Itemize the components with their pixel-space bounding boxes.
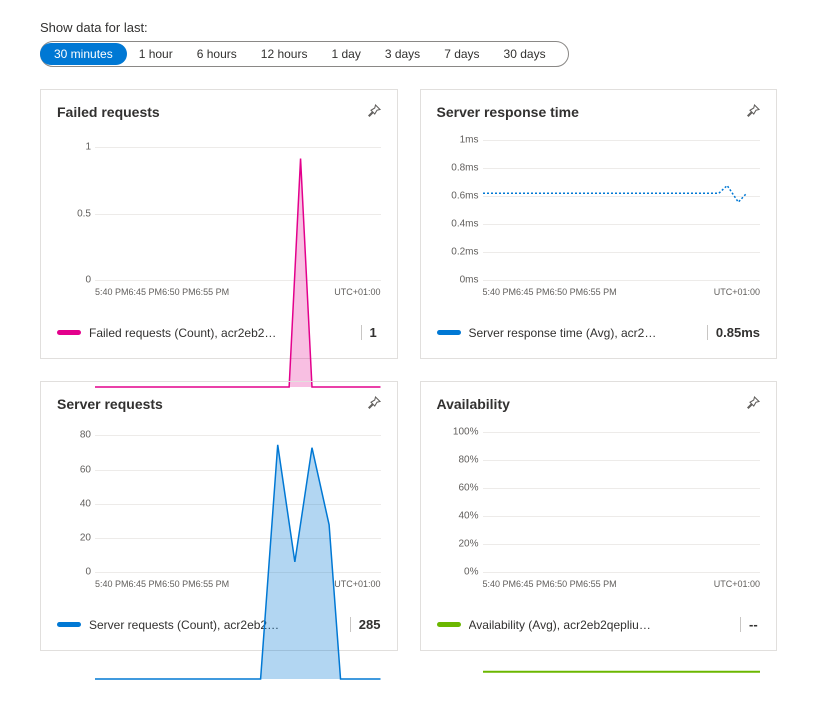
ytick: 1 bbox=[85, 141, 91, 152]
card-failed-requests: Failed requests 1 0.5 0 5:40 PM 6:45 PM … bbox=[40, 89, 398, 359]
ytick: 80 bbox=[80, 430, 91, 441]
card-server-response-time: Server response time 1ms 0.8ms 0.6ms 0.4… bbox=[420, 89, 778, 359]
xtick: 6:55 PM bbox=[583, 287, 617, 297]
plot-svg bbox=[95, 422, 381, 708]
x-axis: 5:40 PM 6:45 PM 6:50 PM 6:55 PM UTC+01:0… bbox=[483, 579, 761, 589]
xtick: 5:40 PM bbox=[483, 287, 517, 297]
xtick: 6:50 PM bbox=[550, 579, 584, 589]
chart-failed-requests: 1 0.5 0 5:40 PM 6:45 PM 6:50 PM 6:55 PM … bbox=[57, 130, 381, 297]
ytick: 40 bbox=[80, 498, 91, 509]
pill-6-hours[interactable]: 6 hours bbox=[185, 44, 249, 64]
pin-icon[interactable] bbox=[744, 102, 764, 122]
card-title: Server response time bbox=[437, 104, 761, 120]
legend-swatch bbox=[57, 330, 81, 335]
timerange-pills: 30 minutes 1 hour 6 hours 12 hours 1 day… bbox=[40, 41, 569, 67]
pill-1-day[interactable]: 1 day bbox=[319, 44, 372, 64]
pin-icon[interactable] bbox=[365, 394, 385, 414]
legend-swatch bbox=[437, 622, 461, 627]
xtick: 6:45 PM bbox=[516, 287, 550, 297]
chart-availability: 100% 80% 60% 40% 20% 0% 5:40 PM 6:45 PM … bbox=[437, 422, 761, 589]
ytick: 60 bbox=[80, 464, 91, 475]
xtick: 6:55 PM bbox=[196, 579, 230, 589]
timerange-label: Show data for last: bbox=[40, 20, 777, 35]
timezone-label: UTC+01:00 bbox=[334, 579, 380, 589]
xtick: 6:50 PM bbox=[162, 579, 196, 589]
plot-svg bbox=[483, 422, 761, 700]
ytick: 20 bbox=[80, 533, 91, 544]
plot-svg bbox=[483, 130, 761, 408]
pill-30-days[interactable]: 30 days bbox=[492, 44, 558, 64]
timezone-label: UTC+01:00 bbox=[714, 579, 760, 589]
pill-7-days[interactable]: 7 days bbox=[432, 44, 491, 64]
ytick: 0.5 bbox=[77, 208, 91, 219]
card-availability: Availability 100% 80% 60% 40% 20% 0% 5:4… bbox=[420, 381, 778, 651]
xtick: 6:55 PM bbox=[196, 287, 230, 297]
pin-icon[interactable] bbox=[744, 394, 764, 414]
x-axis: 5:40 PM 6:45 PM 6:50 PM 6:55 PM UTC+01:0… bbox=[483, 287, 761, 297]
xtick: 6:50 PM bbox=[550, 287, 584, 297]
x-axis: 5:40 PM 6:45 PM 6:50 PM 6:55 PM UTC+01:0… bbox=[95, 287, 381, 297]
plot-svg bbox=[95, 130, 381, 416]
xtick: 5:40 PM bbox=[95, 287, 129, 297]
chart-server-response-time: 1ms 0.8ms 0.6ms 0.4ms 0.2ms 0ms 5:40 PM … bbox=[437, 130, 761, 297]
pill-1-hour[interactable]: 1 hour bbox=[127, 44, 185, 64]
pill-12-hours[interactable]: 12 hours bbox=[249, 44, 320, 64]
card-title: Availability bbox=[437, 396, 761, 412]
xtick: 6:45 PM bbox=[129, 579, 163, 589]
legend-swatch bbox=[437, 330, 461, 335]
xtick: 6:45 PM bbox=[516, 579, 550, 589]
xtick: 5:40 PM bbox=[483, 579, 517, 589]
card-server-requests: Server requests 80 60 40 20 0 5:40 PM 6:… bbox=[40, 381, 398, 651]
chart-server-requests: 80 60 40 20 0 5:40 PM 6:45 PM 6:50 PM 6:… bbox=[57, 422, 381, 589]
pin-icon[interactable] bbox=[365, 102, 385, 122]
x-axis: 5:40 PM 6:45 PM 6:50 PM 6:55 PM UTC+01:0… bbox=[95, 579, 381, 589]
xtick: 6:50 PM bbox=[162, 287, 196, 297]
xtick: 6:45 PM bbox=[129, 287, 163, 297]
card-title: Failed requests bbox=[57, 104, 381, 120]
ytick: 0 bbox=[85, 567, 91, 578]
pill-30-minutes[interactable]: 30 minutes bbox=[40, 43, 127, 65]
xtick: 5:40 PM bbox=[95, 579, 129, 589]
pill-3-days[interactable]: 3 days bbox=[373, 44, 432, 64]
card-title: Server requests bbox=[57, 396, 381, 412]
legend-swatch bbox=[57, 622, 81, 627]
timezone-label: UTC+01:00 bbox=[714, 287, 760, 297]
timezone-label: UTC+01:00 bbox=[334, 287, 380, 297]
xtick: 6:55 PM bbox=[583, 579, 617, 589]
ytick: 0 bbox=[85, 275, 91, 286]
